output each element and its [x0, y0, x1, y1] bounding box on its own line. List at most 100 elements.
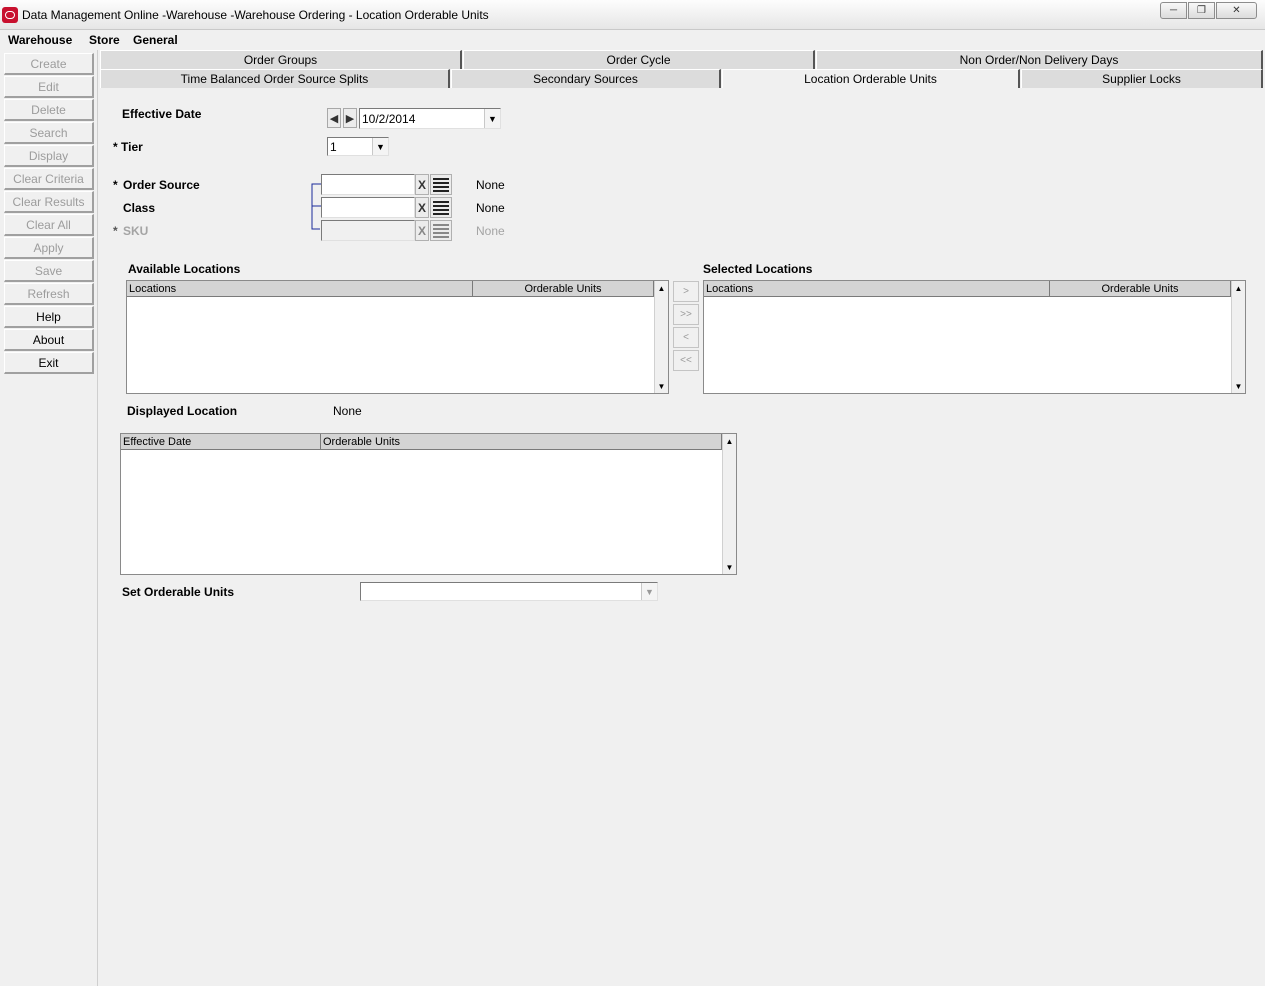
displayed-location-value: None — [333, 404, 362, 418]
arrow-right-icon: ▶ — [345, 112, 355, 125]
search-button[interactable]: Search — [4, 122, 94, 144]
delete-button[interactable]: Delete — [4, 99, 94, 121]
create-button[interactable]: Create — [4, 53, 94, 75]
menu-general[interactable]: General — [133, 33, 178, 47]
menu-bar: Warehouse Store General — [0, 30, 1265, 50]
available-locations-header: Locations Orderable Units — [127, 281, 654, 297]
order-source-input[interactable] — [321, 174, 415, 195]
refresh-button[interactable]: Refresh — [4, 283, 94, 305]
close-icon: ✕ — [1232, 5, 1241, 16]
history-grid-scrollbar[interactable]: ▲ ▼ — [722, 434, 736, 574]
minimize-button[interactable]: ─ — [1160, 2, 1187, 19]
available-locations-grid[interactable]: Locations Orderable Units ▲ ▼ — [126, 280, 669, 394]
history-col-orderable-units[interactable]: Orderable Units — [321, 434, 722, 450]
order-source-clear-button[interactable]: X — [415, 174, 429, 195]
chevron-down-icon[interactable]: ▼ — [372, 138, 388, 155]
scroll-down-icon[interactable]: ▼ — [1232, 379, 1245, 393]
menu-store[interactable]: Store — [89, 33, 120, 47]
class-description: None — [476, 201, 505, 215]
edit-button[interactable]: Edit — [4, 76, 94, 98]
exit-button[interactable]: Exit — [4, 352, 94, 374]
clear-criteria-button[interactable]: Clear Criteria — [4, 168, 94, 190]
date-next-button[interactable]: ▶ — [343, 108, 357, 128]
tier-value: 1 — [330, 139, 337, 154]
scroll-down-icon[interactable]: ▼ — [723, 560, 736, 574]
move-all-left-button[interactable]: << — [673, 350, 699, 371]
order-source-description: None — [476, 178, 505, 192]
sku-input[interactable] — [321, 220, 415, 241]
save-button[interactable]: Save — [4, 260, 94, 282]
available-locations-col-locations[interactable]: Locations — [127, 281, 473, 297]
menu-warehouse[interactable]: Warehouse — [8, 33, 72, 47]
move-right-button[interactable]: > — [673, 281, 699, 302]
move-left-button[interactable]: < — [673, 327, 699, 348]
tab-non-order-delivery-days[interactable]: Non Order/Non Delivery Days — [816, 50, 1263, 69]
help-button[interactable]: Help — [4, 306, 94, 328]
maximize-icon: ❐ — [1197, 5, 1206, 16]
order-source-lookup-button[interactable] — [430, 174, 452, 195]
sku-lookup-button[interactable] — [430, 220, 452, 241]
arrow-left-icon: ◀ — [329, 112, 339, 125]
minimize-icon: ─ — [1169, 5, 1178, 16]
maximize-button[interactable]: ❐ — [1188, 2, 1215, 19]
selected-locations-scrollbar[interactable]: ▲ ▼ — [1231, 281, 1245, 393]
move-all-right-button[interactable]: >> — [673, 304, 699, 325]
available-locations-scrollbar[interactable]: ▲ ▼ — [654, 281, 668, 393]
tab-time-balanced-splits[interactable]: Time Balanced Order Source Splits — [100, 69, 450, 88]
selected-locations-grid[interactable]: Locations Orderable Units ▲ ▼ — [703, 280, 1246, 394]
sku-clear-button[interactable]: X — [415, 220, 429, 241]
sku-label: SKU — [123, 224, 149, 238]
set-orderable-units-label: Set Orderable Units — [122, 585, 235, 599]
apply-button[interactable]: Apply — [4, 237, 94, 259]
class-lookup-button[interactable] — [430, 197, 452, 218]
window-title: Data Management Online -Warehouse -Wareh… — [22, 8, 489, 22]
chevron-down-icon[interactable]: ▼ — [641, 583, 657, 600]
action-sidebar: Create Edit Delete Search Display Clear … — [0, 50, 98, 986]
available-locations-col-orderable-units[interactable]: Orderable Units — [473, 281, 654, 297]
history-col-effective-date[interactable]: Effective Date — [121, 434, 321, 450]
close-button[interactable]: ✕ — [1216, 2, 1257, 19]
title-bar: Data Management Online -Warehouse -Wareh… — [0, 0, 1265, 30]
clear-x-icon: X — [417, 177, 426, 192]
window-controls: ─ ❐ ✕ — [1159, 2, 1257, 19]
scroll-up-icon[interactable]: ▲ — [655, 281, 668, 295]
order-source-required-marker: * — [113, 178, 118, 192]
chevron-down-icon[interactable]: ▼ — [484, 109, 500, 128]
tier-select[interactable]: 1 ▼ — [327, 137, 389, 156]
set-orderable-units-select[interactable]: ▼ — [360, 582, 658, 601]
date-prev-button[interactable]: ◀ — [327, 108, 341, 128]
class-label: Class — [123, 201, 156, 215]
available-locations-title: Available Locations — [128, 262, 241, 276]
displayed-location-label: Displayed Location — [127, 404, 238, 418]
selected-locations-col-orderable-units[interactable]: Orderable Units — [1050, 281, 1231, 297]
tab-order-groups[interactable]: Order Groups — [100, 50, 462, 69]
scroll-up-icon[interactable]: ▲ — [723, 434, 736, 448]
display-button[interactable]: Display — [4, 145, 94, 167]
clear-x-icon: X — [417, 200, 426, 215]
selected-locations-col-locations[interactable]: Locations — [704, 281, 1050, 297]
order-source-label: Order Source — [123, 178, 200, 192]
tier-label: * Tier — [113, 140, 143, 154]
tab-location-orderable-units[interactable]: Location Orderable Units — [722, 69, 1020, 88]
clear-all-button[interactable]: Clear All — [4, 214, 94, 236]
tab-supplier-locks[interactable]: Supplier Locks — [1021, 69, 1263, 88]
class-input[interactable] — [321, 197, 415, 218]
history-grid-header: Effective Date Orderable Units — [121, 434, 722, 450]
scroll-down-icon[interactable]: ▼ — [655, 379, 668, 393]
clear-x-icon: X — [417, 223, 426, 238]
effective-date-value: 10/2/2014 — [362, 111, 416, 126]
effective-date-input[interactable]: 10/2/2014 ▼ — [359, 108, 501, 129]
app-window: Data Management Online -Warehouse -Wareh… — [0, 0, 1265, 986]
about-button[interactable]: About — [4, 329, 94, 351]
tab-secondary-sources[interactable]: Secondary Sources — [451, 69, 721, 88]
clear-results-button[interactable]: Clear Results — [4, 191, 94, 213]
oracle-app-icon — [2, 7, 18, 23]
class-clear-button[interactable]: X — [415, 197, 429, 218]
scroll-up-icon[interactable]: ▲ — [1232, 281, 1245, 295]
selected-locations-header: Locations Orderable Units — [704, 281, 1231, 297]
sku-required-marker: * — [113, 224, 118, 238]
selected-locations-title: Selected Locations — [703, 262, 813, 276]
sku-description: None — [476, 224, 505, 238]
orderable-units-history-grid[interactable]: Effective Date Orderable Units ▲ ▼ — [120, 433, 737, 575]
tab-order-cycle[interactable]: Order Cycle — [463, 50, 815, 69]
